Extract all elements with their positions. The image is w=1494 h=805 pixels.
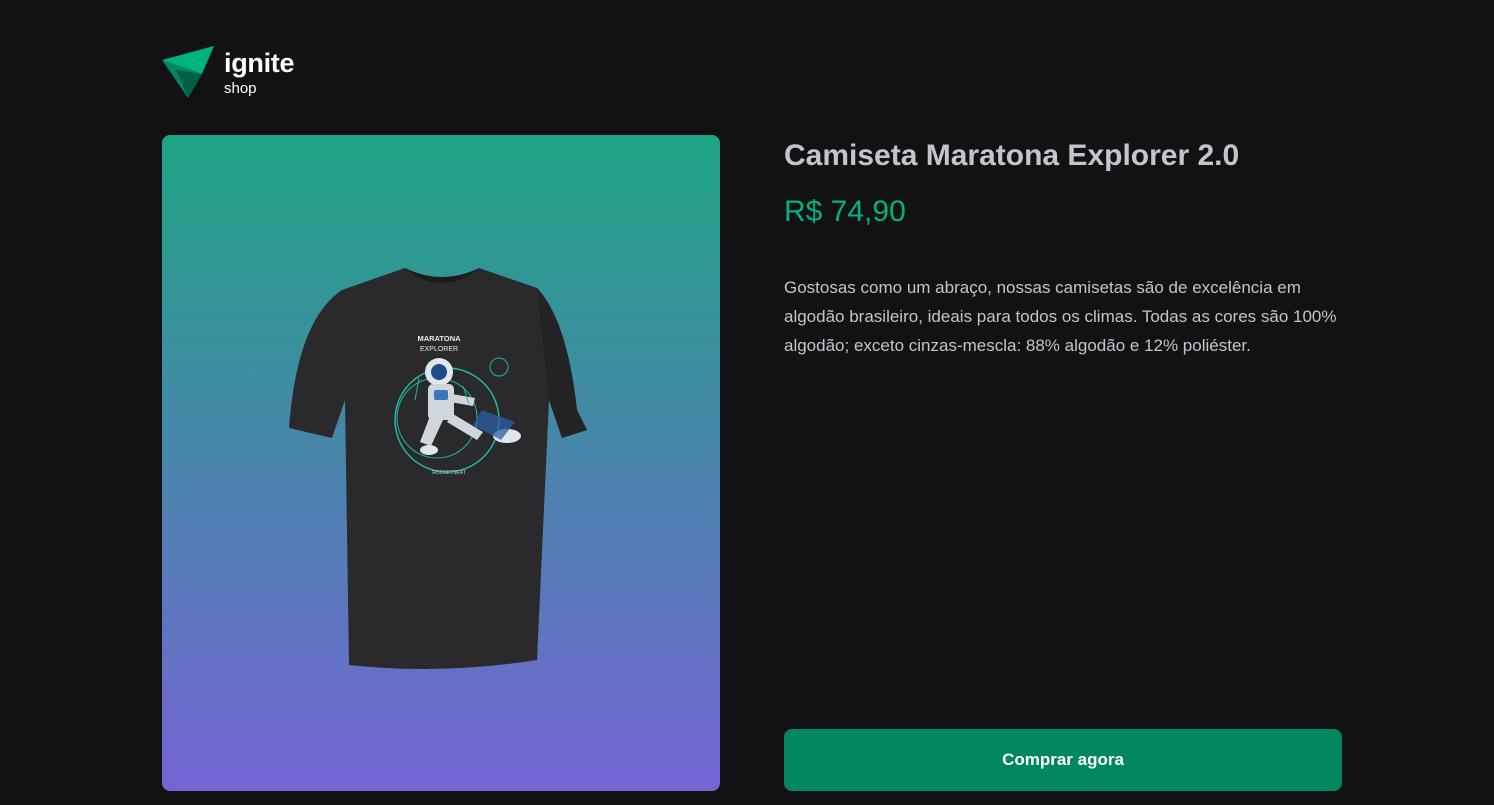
header: ignite shop [162,46,295,100]
shirt-print-subtitle: EXPLORER [420,346,458,353]
brand-subtitle: shop [224,80,257,97]
shirt-print-brand: ROCKETSEAT [432,470,466,476]
product-details: Camiseta Maratona Explorer 2.0 R$ 74,90 … [784,135,1342,791]
product-description: Gostosas como um abraço, nossas camiseta… [784,278,1337,355]
shirt-print-title: MARATONA [417,334,461,343]
product-title: Camiseta Maratona Explorer 2.0 [784,139,1240,172]
ignite-logo-icon[interactable] [162,46,216,100]
brand-title: ignite [224,48,295,78]
product-image-container: MARATONA EXPLORER ROCKETSEAT [162,135,720,791]
product-price: R$ 74,90 [784,195,906,228]
brand-text: ignite shop [224,48,295,97]
buy-now-button[interactable]: Comprar agora [784,729,1342,791]
tshirt-image: MARATONA EXPLORER ROCKETSEAT [289,268,587,669]
